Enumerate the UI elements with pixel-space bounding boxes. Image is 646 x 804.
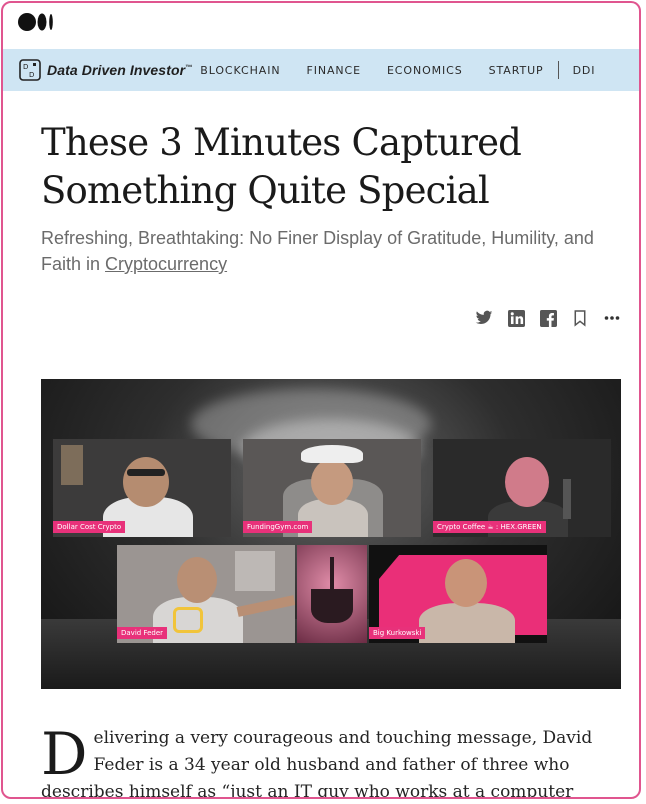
video-tile-fundinggym: FundingGym.com (243, 439, 421, 537)
arm-shape (236, 595, 295, 617)
shirt-logo (173, 607, 203, 633)
person-body (419, 603, 515, 643)
title-line-2: Something Quite Special (41, 169, 490, 212)
publication-nav: BLOCKCHAIN FINANCE ECONOMICS STARTUP DDI (200, 61, 621, 79)
medium-logo-icon[interactable] (17, 12, 57, 32)
microphone-shape (563, 479, 571, 519)
nav-divider (557, 61, 559, 79)
person-head (505, 457, 549, 507)
nav-blockchain[interactable]: BLOCKCHAIN (200, 64, 280, 77)
glasses-shape (127, 469, 165, 476)
ship-graphic (297, 545, 367, 643)
linkedin-icon[interactable] (507, 309, 525, 327)
more-icon[interactable] (603, 309, 621, 327)
person-head (445, 559, 487, 607)
data-driven-investor-icon[interactable]: D D (19, 59, 41, 81)
hero-image[interactable]: Dollar Cost Crypto FundingGym.com Crypto… (41, 379, 621, 689)
tag-link-cryptocurrency[interactable]: Cryptocurrency (105, 254, 227, 274)
article-subtitle: Refreshing, Breathtaking: No Finer Displ… (41, 225, 621, 277)
person-head (177, 557, 217, 603)
tile-label: FundingGym.com (243, 521, 313, 533)
title-line-1: These 3 Minutes Captured (41, 121, 522, 164)
video-tile-dollar-cost-crypto: Dollar Cost Crypto (53, 439, 231, 537)
ship-hull (311, 589, 353, 623)
article-body: Delivering a very courageous and touchin… (41, 720, 621, 799)
tile-label: David Feder (117, 627, 168, 639)
video-tile-big-kurkowski: Big Kurkowski (369, 545, 547, 643)
tile-label: Crypto Coffee ☕ : HEX.GREEN (433, 521, 546, 533)
video-tile-crypto-coffee: Crypto Coffee ☕ : HEX.GREEN (433, 439, 611, 537)
video-tile-david-feder: David Feder (117, 545, 295, 643)
publication-nav-bar: D D Data Driven Investor™ BLOCKCHAIN FIN… (3, 49, 639, 91)
tile-label: Dollar Cost Crypto (53, 521, 126, 533)
body-paragraph: elivering a very courageous and touching… (41, 728, 593, 799)
nav-economics[interactable]: ECONOMICS (387, 64, 463, 77)
twitter-icon[interactable] (475, 309, 493, 327)
wall-shape (235, 551, 275, 591)
hat-shape (301, 445, 363, 463)
wall-picture (61, 445, 83, 485)
svg-text:D: D (29, 71, 34, 79)
nav-ddi[interactable]: DDI (573, 64, 596, 77)
nav-finance[interactable]: FINANCE (306, 64, 360, 77)
ship-mast (330, 557, 334, 593)
bookmark-icon[interactable] (571, 309, 589, 327)
nav-startup[interactable]: STARTUP (489, 64, 544, 77)
tile-label: Big Kurkowski (369, 627, 426, 639)
article-page: D D Data Driven Investor™ BLOCKCHAIN FIN… (1, 1, 641, 799)
top-bar (3, 3, 639, 45)
article-title: These 3 Minutes Captured Something Quite… (41, 119, 601, 215)
svg-text:D: D (23, 63, 28, 71)
drop-cap: D (41, 720, 88, 788)
person-head (123, 457, 169, 507)
person-head (311, 459, 353, 505)
publication-name[interactable]: Data Driven Investor™ (47, 62, 192, 78)
share-actions (475, 309, 621, 327)
facebook-icon[interactable] (539, 309, 557, 327)
